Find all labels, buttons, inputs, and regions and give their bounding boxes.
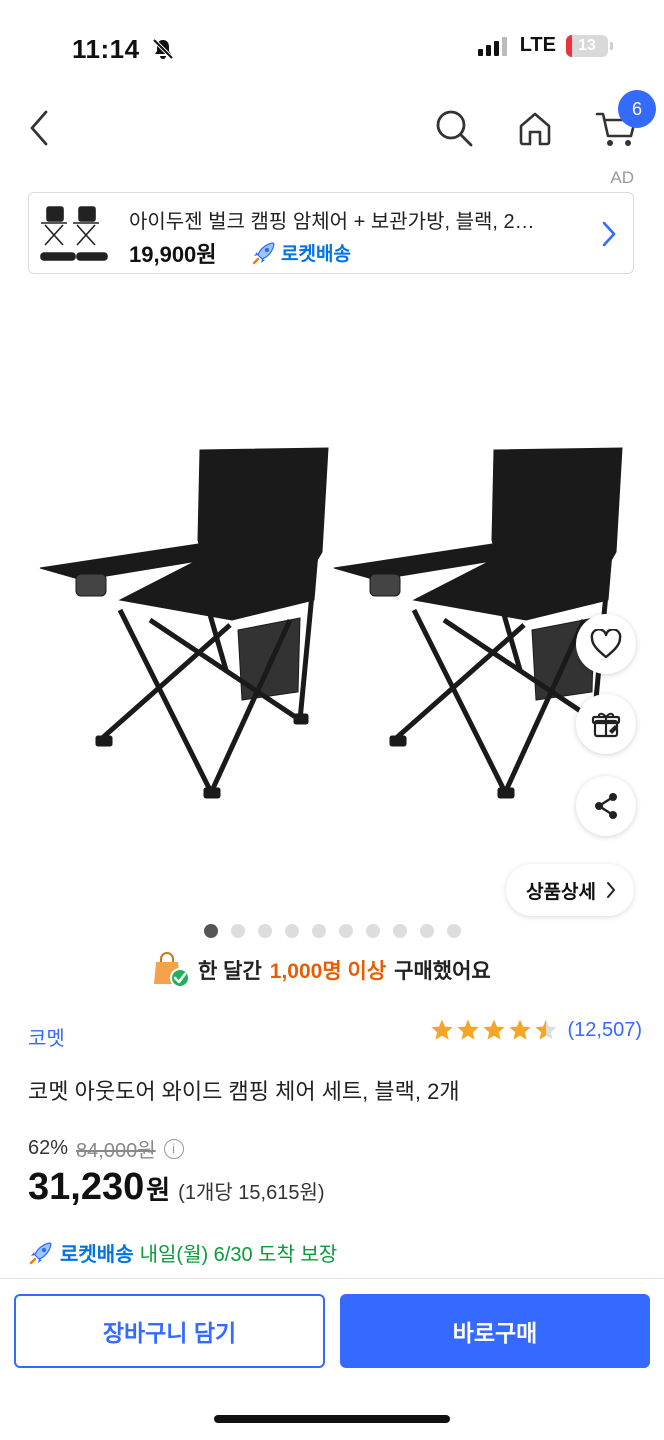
signal-icon [477,36,507,56]
ad-rocket-badge: 로켓배송 [251,239,351,266]
sale-price: 31,230 [28,1166,145,1208]
back-button[interactable] [12,100,68,156]
rating[interactable]: (12,507) [430,1018,643,1042]
ad-title: 아이두젠 벌크 캠핑 암체어 + 보관가방, 블랙, 2… [129,211,535,233]
home-icon [519,112,551,146]
star-icon [456,1019,479,1040]
heart-icon [590,629,622,659]
divider [0,1278,664,1279]
unit-price: (1개당 15,615원) [178,1182,325,1204]
gallery-dot[interactable] [339,924,353,938]
bell-muted-icon [152,38,174,60]
gallery-dot[interactable] [420,924,434,938]
home-indicator [214,1415,450,1423]
buy-now-button[interactable]: 바로구매 [340,1294,650,1368]
gallery-dot[interactable] [258,924,272,938]
gift-button[interactable] [576,694,636,754]
info-icon[interactable]: i [163,1138,184,1159]
star-icon [482,1019,505,1040]
chevron-right-icon [602,221,616,247]
chevron-left-icon [30,110,48,146]
delivery-info: 로켓배송 내일(월) 6/30 도착 보장 [28,1238,337,1267]
original-price: 84,000원 [76,1140,156,1162]
gallery-dot[interactable] [204,924,218,938]
search-icon [436,110,473,147]
product-detail-label: 상품상세 [526,881,596,903]
rocket-icon [252,241,275,264]
share-icon [595,793,617,819]
discount-rate: 62% [28,1137,69,1159]
ad-price: 19,900원 [129,242,217,267]
chevron-right-icon [607,882,615,898]
status-time: 11:14 [72,34,175,65]
delivery-date: 내일(월) 6/30 도착 보장 [139,1244,338,1266]
product-detail-button[interactable]: 상품상세 [506,864,634,916]
gallery-dot[interactable] [366,924,380,938]
ad-label: AD [610,168,634,187]
rocket-delivery-label: 로켓배송 [60,1244,134,1266]
battery-icon: 13 [566,34,613,57]
network-type: LTE [519,34,556,56]
gallery-dot[interactable] [312,924,326,938]
gallery-dot[interactable] [393,924,407,938]
discount-row: 62% 84,000원 i [28,1134,184,1163]
rocket-icon [29,1241,52,1264]
product-title: 코멧 아웃도어 와이드 캠핑 체어 세트, 블랙, 2개 [28,1079,460,1104]
star-icon [430,1019,453,1040]
star-icon [534,1019,557,1040]
star-icon [508,1019,531,1040]
home-button[interactable] [507,100,563,156]
price-row: 31,230 원 (1개당 15,615원) [28,1166,325,1209]
ad-thumbnail [40,206,108,261]
gift-icon [591,712,621,738]
search-button[interactable] [426,100,482,156]
gallery-dot[interactable] [285,924,299,938]
gallery-pagination [204,924,461,938]
share-button[interactable] [576,776,636,836]
ad-card[interactable]: 아이두젠 벌크 캠핑 암체어 + 보관가방, 블랙, 2… 19,900원 로켓… [28,192,634,274]
status-indicators: LTE 13 [477,34,613,57]
product-image[interactable] [0,290,664,910]
purchase-count-note: 한 달간 1,000명 이상 구매했어요 [152,952,491,988]
brand-link[interactable]: 코멧 [28,1022,65,1051]
review-count: (12,507) [567,1018,643,1041]
shopping-bag-icon [154,952,190,988]
gallery-dot[interactable] [231,924,245,938]
gallery-dot[interactable] [447,924,461,938]
cart-count-badge: 6 [618,90,656,128]
add-to-cart-button[interactable]: 장바구니 담기 [14,1294,325,1368]
wishlist-button[interactable] [576,614,636,674]
currency-unit: 원 [146,1175,171,1205]
